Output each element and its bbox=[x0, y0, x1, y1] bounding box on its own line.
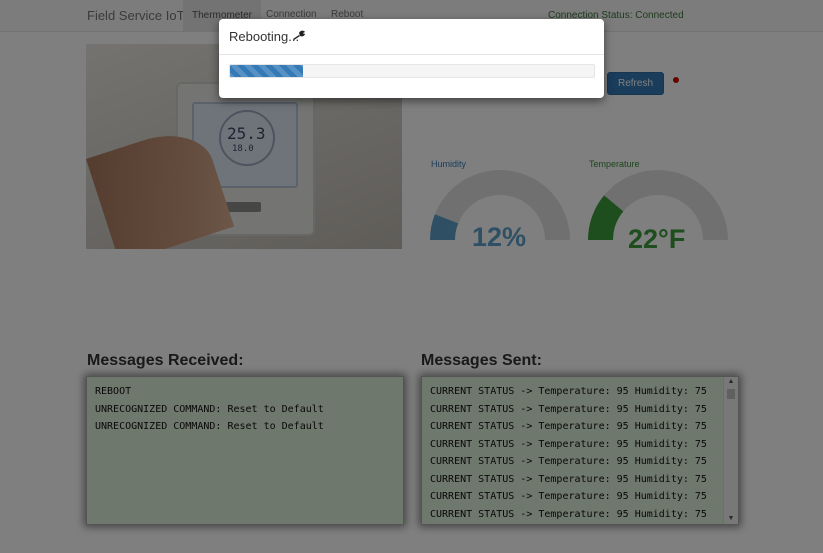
modal-title: Rebooting... bbox=[229, 29, 300, 44]
reboot-progress-bar bbox=[230, 65, 303, 77]
rebooting-modal: Rebooting... bbox=[219, 19, 604, 98]
modal-header: Rebooting... bbox=[219, 19, 604, 55]
reboot-progress bbox=[229, 64, 595, 78]
wrench-icon bbox=[293, 30, 305, 40]
